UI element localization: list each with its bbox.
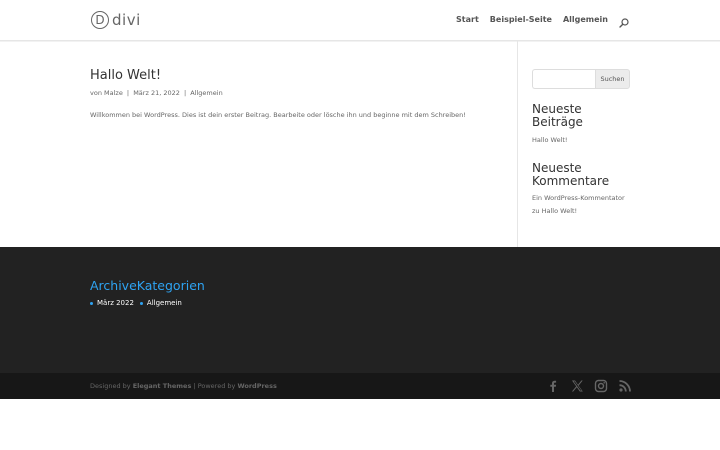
elegant-themes-link[interactable]: Elegant Themes	[133, 382, 192, 390]
comment-author-link[interactable]: Ein WordPress-Kommentator	[532, 194, 625, 202]
post-date: März 21, 2022	[133, 89, 180, 97]
wordpress-label: WordPress	[237, 382, 277, 390]
site-header: D divi Start Beispiel-Seite Allgemein	[0, 0, 720, 41]
nav-item-beispiel-seite[interactable]: Beispiel-Seite	[490, 15, 552, 24]
comment-connector: zu	[532, 207, 540, 215]
social-icons	[536, 378, 632, 393]
nav-item-start[interactable]: Start	[456, 15, 479, 24]
footer-widgets: ArchiveKategorien März 2022 Allgemein	[0, 247, 720, 373]
recent-post-link[interactable]: Hallo Welt!	[532, 136, 568, 144]
credits-separator: |	[193, 382, 196, 390]
footer-list: März 2022 Allgemein	[90, 299, 188, 307]
wordpress-link[interactable]: WordPress	[237, 382, 276, 390]
instagram-icon[interactable]	[594, 378, 608, 393]
meta-separator: |	[126, 89, 130, 97]
list-item: Allgemein	[139, 299, 182, 307]
search-icon[interactable]	[619, 13, 629, 28]
sidebar-divider	[517, 41, 518, 247]
comment-post-link[interactable]: Hallo Welt!	[542, 207, 578, 215]
post-author-link[interactable]: Malze	[104, 89, 123, 97]
logo-text: divi	[112, 11, 141, 29]
post-title[interactable]: Hallo Welt!	[90, 68, 161, 83]
footer-credits: Designed by Elegant Themes | Powered by …	[90, 382, 277, 390]
facebook-icon[interactable]	[546, 378, 560, 392]
bullet-icon	[139, 301, 143, 305]
site-logo[interactable]: D divi	[91, 9, 141, 31]
bullet-icon	[90, 301, 93, 305]
rss-icon[interactable]	[618, 378, 632, 392]
sidebar-search: Suchen	[532, 69, 630, 89]
post-meta: von Malze | März 21, 2022 | Allgemein	[90, 89, 223, 97]
recent-comment: Ein WordPress-Kommentator zu Hallo Welt!	[532, 192, 632, 218]
credits-powered-by: Powered by	[197, 382, 236, 390]
footer-widget-title: ArchiveKategorien	[90, 278, 205, 293]
main-nav: Start Beispiel-Seite Allgemein	[445, 13, 629, 28]
x-icon[interactable]	[570, 378, 584, 392]
footer-archive-link[interactable]: März 2022	[97, 299, 134, 307]
credits-designed-by: Designed by	[90, 382, 131, 390]
post-excerpt: Willkommen bei WordPress. Dies ist dein …	[90, 111, 466, 119]
elegant-themes-label: Elegant Themes	[132, 382, 192, 390]
footer-category-link[interactable]: Allgemein	[147, 299, 182, 307]
main-content: Hallo Welt! von Malze | März 21, 2022 | …	[0, 41, 720, 247]
footer-bottom-bar: Designed by Elegant Themes | Powered by …	[0, 373, 720, 399]
list-item: März 2022	[90, 299, 134, 307]
recent-posts-title: Neueste Beiträge	[532, 102, 583, 129]
search-button[interactable]: Suchen	[595, 69, 630, 89]
logo-icon: D	[91, 11, 109, 29]
nav-item-allgemein[interactable]: Allgemein	[563, 15, 608, 24]
search-input[interactable]	[532, 69, 595, 89]
recent-comments-title: Neueste Kommentare	[532, 161, 610, 188]
post-meta-by: von	[90, 89, 102, 97]
meta-separator: |	[183, 89, 187, 97]
post-category-link[interactable]: Allgemein	[190, 89, 222, 97]
